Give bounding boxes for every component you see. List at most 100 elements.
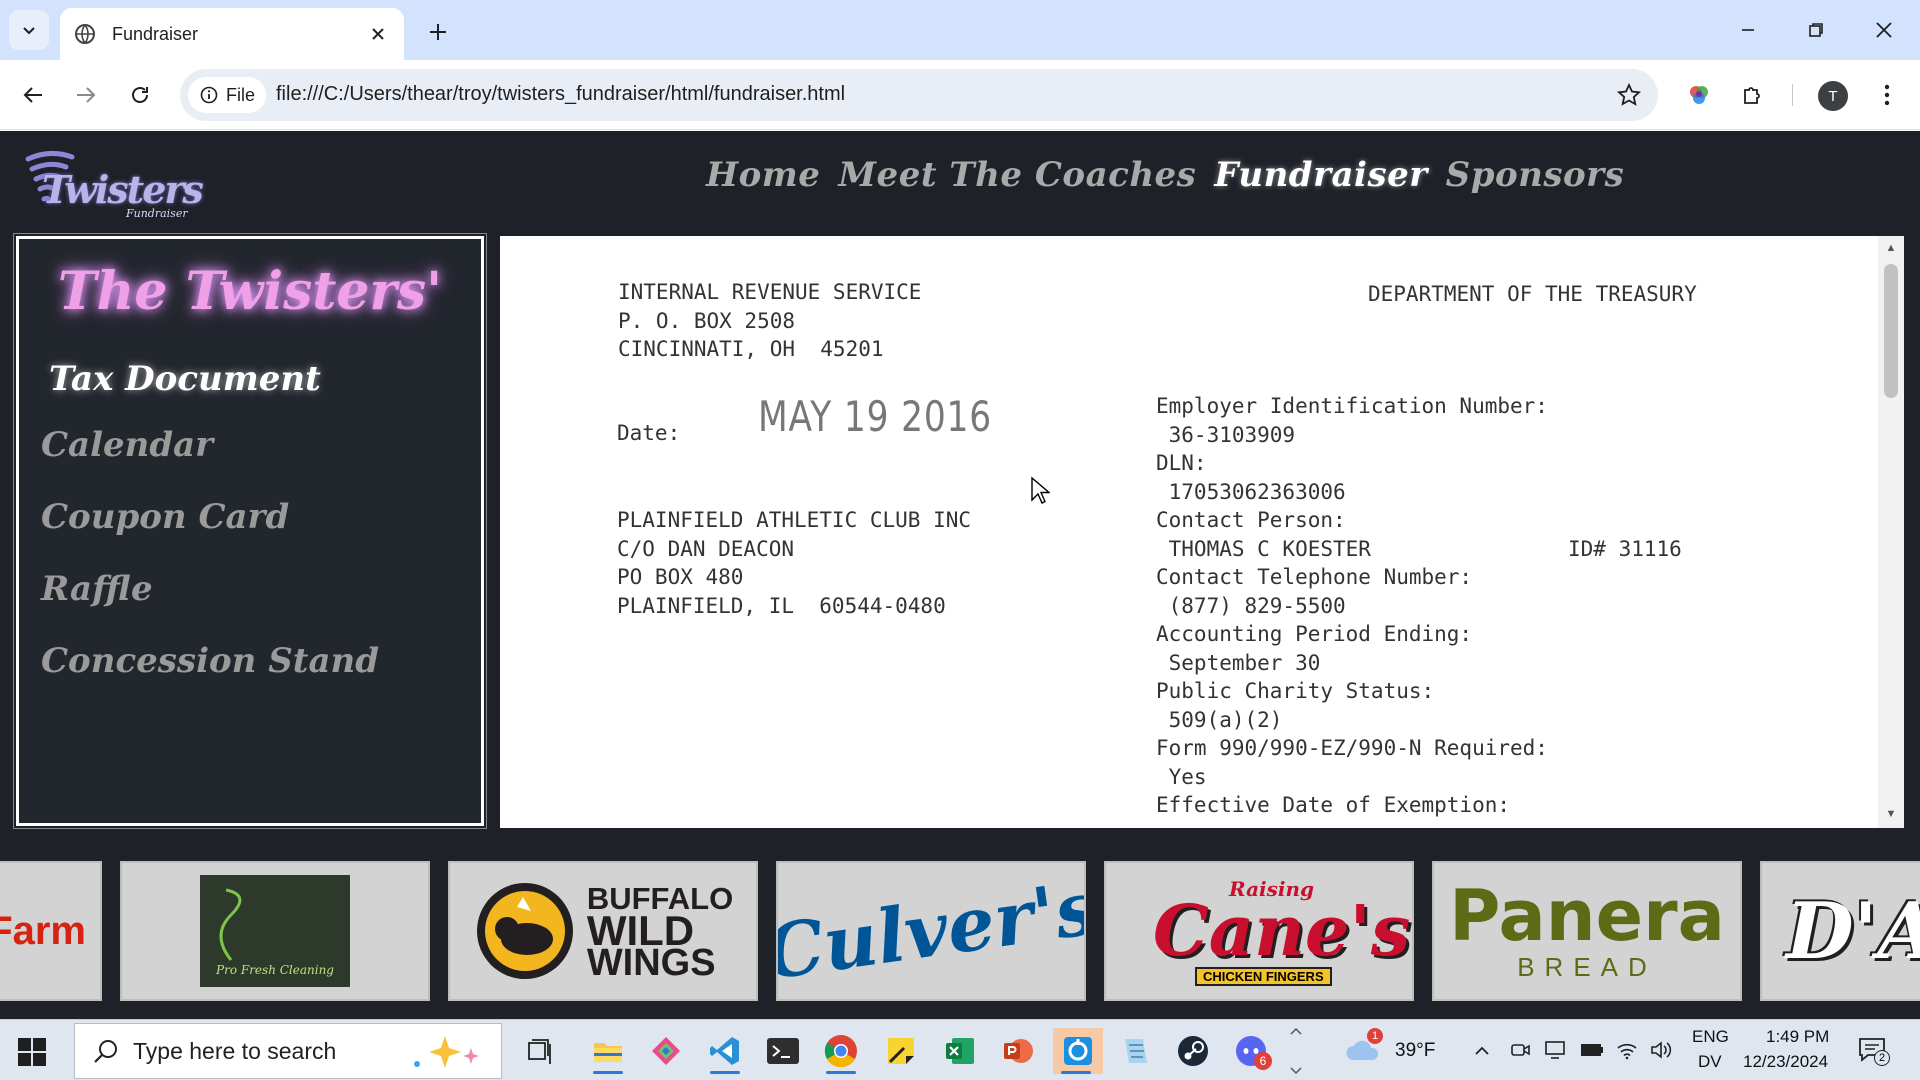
notification-badge: 6 xyxy=(1254,1052,1272,1070)
close-window-button[interactable] xyxy=(1862,8,1906,52)
taskbar-discord[interactable]: 6 xyxy=(1228,1028,1274,1074)
browser-toolbar: File file:///C:/Users/thear/troy/twister… xyxy=(0,60,1920,130)
weather-temperature[interactable]: 39°F xyxy=(1395,1040,1435,1062)
logo-subtitle: Fundraiser xyxy=(126,207,188,220)
sidebar-item-raffle[interactable]: Raffle xyxy=(41,569,153,609)
scroll-up-arrow[interactable]: ▲ xyxy=(1885,242,1897,254)
notepad-icon xyxy=(1125,1039,1147,1063)
tab-search-button[interactable] xyxy=(9,10,49,50)
sparkle-icon xyxy=(414,1036,479,1068)
puzzle-icon xyxy=(1744,87,1760,104)
battery-icon[interactable] xyxy=(1580,1042,1604,1058)
address-bar[interactable]: File file:///C:/Users/thear/troy/twister… xyxy=(180,69,1658,121)
sponsor-raising-canes[interactable]: Raising Cane's CHICKEN FINGERS xyxy=(1104,861,1414,1001)
sidebar-item-tax-document[interactable]: Tax Document xyxy=(49,359,321,399)
vscode-icon xyxy=(710,1037,739,1065)
sponsor-partial[interactable]: D'A xyxy=(1760,861,1920,1001)
display-icon[interactable] xyxy=(1544,1040,1566,1060)
clock-date[interactable]: 12/23/2024 xyxy=(1743,1052,1828,1072)
volume-icon[interactable] xyxy=(1650,1040,1672,1060)
restore-button[interactable] xyxy=(1794,8,1838,52)
sponsor-pro-fresh-cleaning[interactable]: Pro Fresh Cleaning xyxy=(120,861,430,1001)
nav-fundraiser[interactable]: Fundraiser xyxy=(1214,155,1427,195)
windows-start-icon[interactable] xyxy=(18,1038,46,1066)
document-scrollbar[interactable]: ▲ ▼ xyxy=(1878,236,1904,828)
globe-icon xyxy=(75,24,95,44)
terminal-icon xyxy=(767,1038,799,1064)
sponsor-logo-text: Culver's xyxy=(776,865,1086,997)
taskbar-active-app[interactable] xyxy=(1053,1028,1103,1074)
field-line: September 30 xyxy=(1156,650,1321,675)
contact-id: ID# 31116 xyxy=(1568,537,1682,561)
reload-button[interactable] xyxy=(122,77,158,113)
powerpoint-icon xyxy=(1004,1039,1033,1063)
sponsor-culvers[interactable]: Culver's xyxy=(776,861,1086,1001)
nav-home[interactable]: Home xyxy=(706,155,820,195)
tab-close-button[interactable] xyxy=(366,22,390,46)
site-info-label: File xyxy=(226,84,256,105)
taskbar-search-box[interactable]: Type here to search xyxy=(74,1023,502,1079)
clock-time[interactable]: 1:49 PM xyxy=(1766,1027,1829,1047)
url-text[interactable]: file:///C:/Users/thear/troy/twisters_fun… xyxy=(276,83,845,106)
taskbar-file-explorer[interactable] xyxy=(585,1028,631,1074)
weather-widget-icon[interactable]: 1 xyxy=(1345,1028,1383,1064)
taskbar-terminal[interactable] xyxy=(760,1028,806,1074)
taskbar-vscode[interactable] xyxy=(702,1028,748,1074)
sponsor-state-farm[interactable]: Farm xyxy=(0,861,102,1001)
field-line: 17053062363006 xyxy=(1156,479,1346,504)
sidebar-item-calendar[interactable]: Calendar xyxy=(41,425,213,465)
recipient-line: PLAINFIELD ATHLETIC CLUB INC xyxy=(617,508,972,532)
taskbar-excel[interactable] xyxy=(937,1028,983,1074)
notification-count: 2 xyxy=(1874,1050,1890,1066)
site-info-chip[interactable]: File xyxy=(188,77,266,113)
taskbar-powerpoint[interactable] xyxy=(995,1028,1041,1074)
sponsor-panera-bread[interactable]: Panera BREAD xyxy=(1432,861,1742,1001)
field-line: (877) 829-5500 xyxy=(1156,593,1346,618)
tax-document-viewer[interactable]: INTERNAL REVENUE SERVICE P. O. BOX 2508 … xyxy=(500,236,1904,828)
back-button[interactable] xyxy=(15,77,51,113)
twisters-logo[interactable]: Twisters Fundraiser xyxy=(20,145,204,220)
language-code[interactable]: ENG xyxy=(1692,1027,1729,1047)
bookmark-star-icon[interactable] xyxy=(1616,82,1642,108)
nav-meet-the-coaches[interactable]: Meet The Coaches xyxy=(838,155,1196,195)
profile-avatar[interactable]: T xyxy=(1818,81,1848,111)
new-tab-button[interactable] xyxy=(422,16,454,48)
recipient-line: PLAINFIELD, IL 60544-0480 xyxy=(617,593,946,618)
taskbar-notepad[interactable] xyxy=(1112,1028,1158,1074)
task-view-button[interactable] xyxy=(517,1028,563,1074)
wifi-icon[interactable] xyxy=(1616,1040,1638,1060)
info-icon xyxy=(200,86,218,104)
scroll-down-arrow[interactable]: ▼ xyxy=(1885,808,1897,820)
forward-button[interactable] xyxy=(68,77,104,113)
browser-tab[interactable]: Fundraiser xyxy=(60,8,404,60)
extensions-button[interactable] xyxy=(1738,80,1768,110)
sidebar-item-coupon-card[interactable]: Coupon Card xyxy=(41,497,289,537)
scroll-thumb[interactable] xyxy=(1884,264,1898,398)
keyboard-layout[interactable]: DV xyxy=(1698,1052,1722,1072)
chevron-up-icon[interactable] xyxy=(1474,1044,1490,1056)
taskbar-scroll-arrows[interactable] xyxy=(1288,1026,1304,1076)
sponsor-logo-text: Panera xyxy=(1449,874,1725,957)
field-line: Public Charity Status: xyxy=(1156,679,1435,703)
date-label: Date: xyxy=(617,421,681,445)
taskbar-snipping-tool[interactable] xyxy=(643,1028,689,1074)
nav-sponsors[interactable]: Sponsors xyxy=(1446,155,1625,195)
restore-icon xyxy=(1809,23,1823,37)
sponsor-logo-text: D'A xyxy=(1786,885,1920,977)
date-stamp: MAY 19 2016 xyxy=(758,392,993,441)
excel-icon xyxy=(946,1038,974,1064)
color-extension-icon[interactable] xyxy=(1684,80,1714,110)
taskbar-steam[interactable] xyxy=(1170,1028,1216,1074)
notification-center-button[interactable]: 2 xyxy=(1858,1036,1890,1066)
mouse-cursor-icon xyxy=(1031,476,1050,504)
browser-menu-button[interactable] xyxy=(1872,80,1902,110)
meet-now-icon[interactable] xyxy=(1510,1040,1530,1060)
taskbar-chrome[interactable] xyxy=(818,1028,864,1074)
minimize-button[interactable] xyxy=(1726,8,1770,52)
chevron-down-icon xyxy=(1290,1067,1302,1075)
sender-line: CINCINNATI, OH 45201 xyxy=(618,337,884,361)
taskbar-sticky-notes[interactable] xyxy=(878,1028,924,1074)
sponsor-buffalo-wild-wings[interactable]: BUFFALO WILD WINGS xyxy=(448,861,758,1001)
sidebar-item-concession-stand[interactable]: Concession Stand xyxy=(41,641,379,681)
field-line: THOMAS C KOESTER xyxy=(1156,536,1371,561)
